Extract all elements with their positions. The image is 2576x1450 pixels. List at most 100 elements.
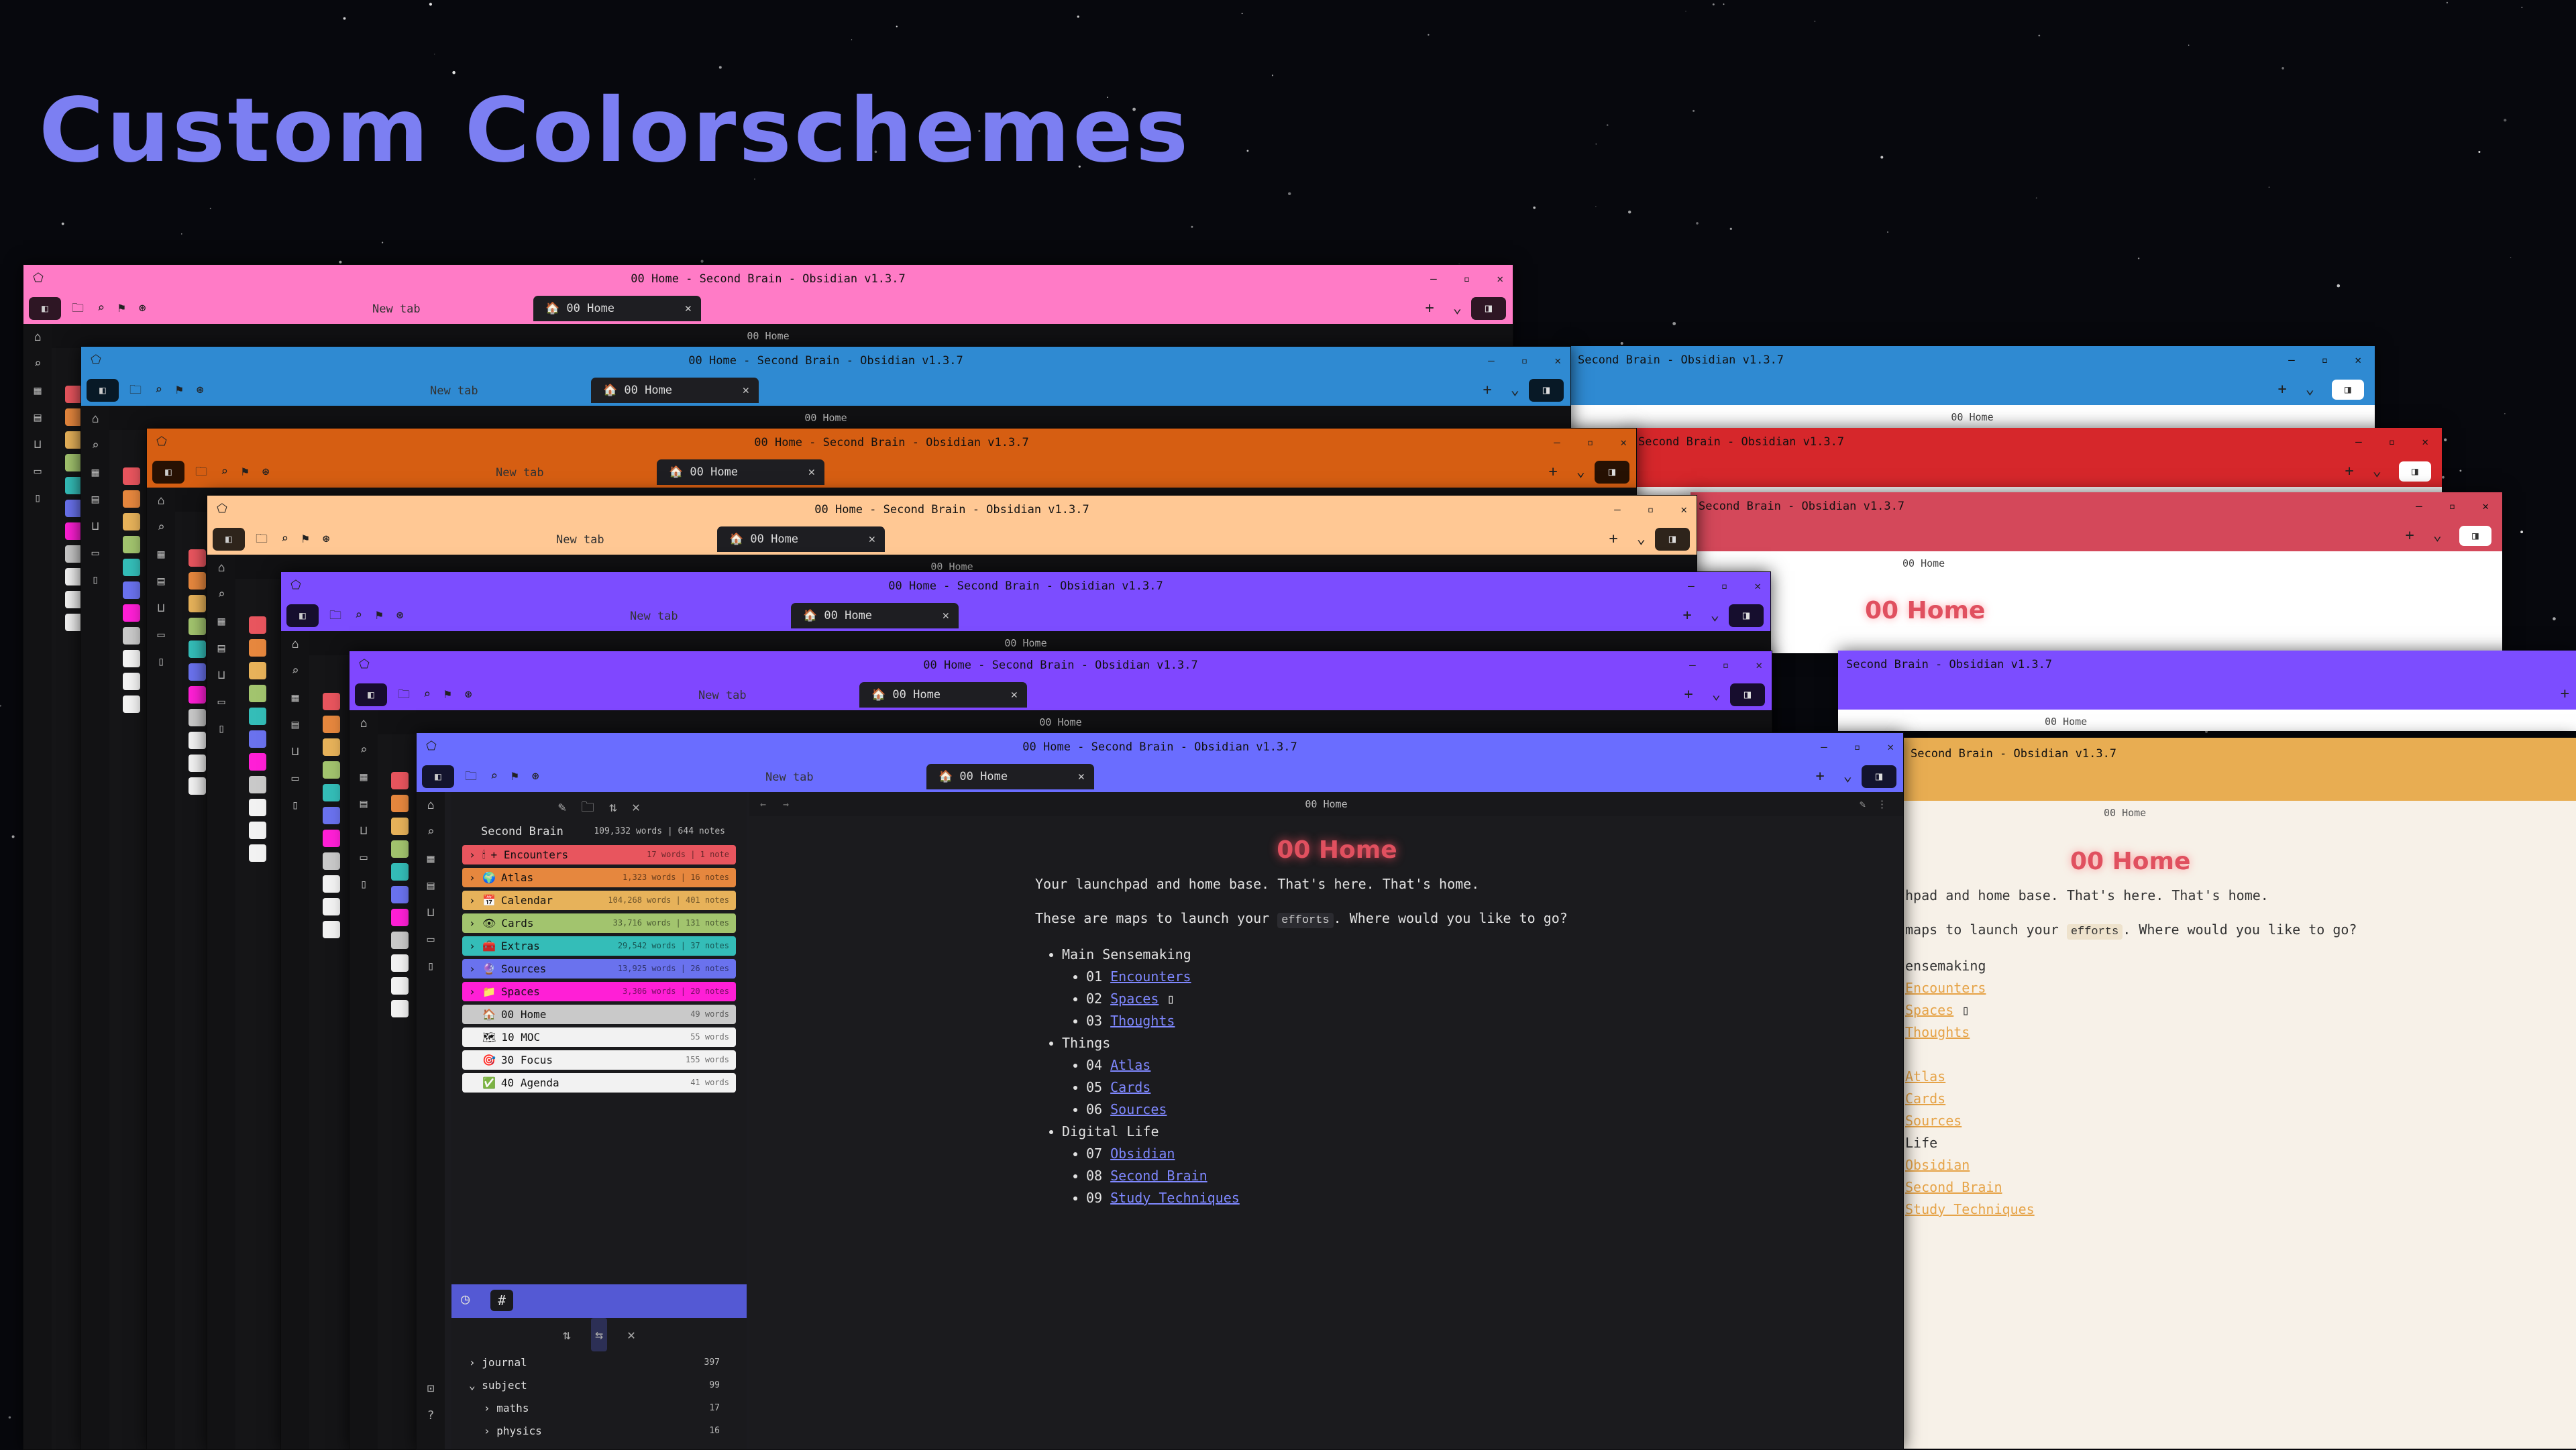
tags-view-icon[interactable]: # [490,1290,513,1311]
tab-00-home[interactable]: 🏠 00 Home ✕ [926,764,1094,789]
search-icon[interactable]: ⌕ [81,433,109,459]
maximize-icon[interactable]: ▫ [1587,429,1594,457]
vault-header[interactable]: Second Brain 109,332 words | 644 notes [451,822,747,842]
tab-list-chevron-icon[interactable]: ⌄ [1843,765,1852,788]
minimize-icon[interactable]: – [1821,733,1827,761]
close-icon[interactable]: ✕ [2355,346,2361,374]
close-tab-icon[interactable]: ✕ [743,378,749,403]
minimize-icon[interactable]: – [1614,496,1621,524]
close-tab-icon[interactable]: ✕ [1011,682,1018,708]
search-icon[interactable]: ⌕ [207,581,235,608]
folder-item[interactable]: › 🧰 Extras 29,542 words | 37 notes [462,936,736,956]
search-icon[interactable]: ⌕ [350,737,378,764]
tags-icon[interactable]: ⊛ [197,379,204,402]
archive-icon[interactable]: ▭ [147,622,175,649]
search-icon[interactable]: ⌕ [417,819,445,846]
archive-icon[interactable]: ▭ [281,765,309,792]
right-sidebar-toggle-icon[interactable]: ◨ [2332,380,2364,400]
clipboard-icon[interactable]: ▯ [281,792,309,819]
tab-list-chevron-icon[interactable]: ⌄ [1576,461,1585,484]
search-icon[interactable]: ⌕ [221,461,228,484]
maximize-icon[interactable]: ▫ [1521,347,1528,375]
tab-new-tab[interactable]: New tab [430,384,478,398]
right-sidebar-toggle-icon[interactable]: ◨ [1655,528,1690,551]
new-folder-icon[interactable]: 🗀 [581,792,594,822]
close-icon[interactable]: ✕ [1887,733,1894,761]
tag-item[interactable]: › physics 16 [451,1420,747,1443]
minimize-icon[interactable]: – [2288,346,2295,374]
files-icon[interactable]: 🗀 [72,297,84,320]
link-cards[interactable]: Cards [1110,1079,1150,1095]
minimize-icon[interactable]: – [1688,572,1695,600]
maximize-icon[interactable]: ▫ [1721,572,1728,600]
search-icon[interactable]: ⌕ [355,604,362,627]
sort-icon[interactable]: ⇅ [609,792,617,822]
calendar-icon[interactable]: ▦ [417,846,445,873]
link-cards[interactable]: Cards [1905,1091,1945,1107]
book-icon[interactable]: ▤ [207,635,235,662]
tab-00-home[interactable]: 🏠 00 Home ✕ [591,378,759,403]
link-obsidian[interactable]: Obsidian [1905,1157,1970,1173]
calendar-icon[interactable]: ▦ [281,685,309,712]
clipboard-icon[interactable]: ▯ [350,871,378,898]
link-spaces[interactable]: Spaces [1905,1002,1953,1018]
new-tab-plus-icon[interactable]: + [2278,378,2287,401]
search-icon[interactable]: ⌕ [147,514,175,541]
tab-list-chevron-icon[interactable]: ⌄ [1637,528,1646,551]
maximize-icon[interactable]: ▫ [1648,496,1654,524]
book-icon[interactable]: ▤ [81,486,109,513]
link-sources[interactable]: Sources [1905,1113,1962,1129]
link-spaces[interactable]: Spaces [1110,991,1159,1007]
home-icon[interactable]: ⌂ [207,555,235,581]
tab-list-chevron-icon[interactable]: ⌄ [1712,683,1721,706]
left-sidebar-toggle-icon[interactable]: ◧ [87,379,119,402]
link-encounters[interactable]: Encounters [1110,968,1191,985]
link-atlas[interactable]: Atlas [1110,1057,1150,1073]
note-item[interactable]: 🗺 10 MOC 55 words [462,1027,736,1047]
forward-arrow-icon[interactable]: → [783,792,789,816]
left-sidebar-toggle-icon[interactable]: ◧ [152,461,184,484]
left-sidebar-toggle-icon[interactable]: ◧ [29,297,61,320]
bookmark-icon[interactable]: ⚑ [511,765,519,788]
calendar-icon[interactable]: ▦ [23,378,52,404]
back-arrow-icon[interactable]: ← [760,792,766,816]
maximize-icon[interactable]: ▫ [1464,265,1470,293]
book-icon[interactable]: ▤ [281,712,309,738]
new-tab-plus-icon[interactable]: + [2345,460,2354,483]
search-icon[interactable]: ⌕ [423,683,431,706]
bookmark-icon[interactable]: ⚑ [376,604,383,627]
bookmark-icon[interactable]: ⚑ [176,379,183,402]
calendar-icon[interactable]: ▦ [81,459,109,486]
left-sidebar-toggle-icon[interactable]: ◧ [286,604,319,627]
archive-icon[interactable]: ▭ [417,926,445,953]
archive-icon[interactable]: ▭ [81,540,109,567]
tag-item[interactable]: ⌄ subject 99 [451,1374,747,1397]
right-sidebar-toggle-icon[interactable]: ◨ [1730,683,1765,706]
link-obsidian[interactable]: Obsidian [1110,1146,1175,1162]
new-tab-plus-icon[interactable]: + [1816,765,1825,788]
home-icon[interactable]: ⌂ [23,324,52,351]
collapse-all-icon[interactable]: ✕ [632,792,640,822]
tab-new-tab[interactable]: New tab [372,302,421,316]
folder-item[interactable]: › 👁 Cards 33,716 words | 131 notes [462,913,736,933]
tab-00-home[interactable]: 🏠 00 Home ✕ [533,296,701,321]
close-icon[interactable]: ✕ [1680,496,1687,524]
inbox-icon[interactable]: ⊔ [81,513,109,540]
tags-icon[interactable]: ⊛ [262,461,270,484]
calendar-icon[interactable]: ▦ [147,541,175,568]
new-tab-plus-icon[interactable]: + [2406,524,2414,547]
new-tab-plus-icon[interactable]: + [2561,683,2569,706]
tab-list-chevron-icon[interactable]: ⌄ [1711,604,1719,627]
edit-icon[interactable]: ✎ [1860,792,1866,816]
new-tab-plus-icon[interactable]: + [1549,461,1558,484]
search-icon[interactable]: ⌕ [490,765,498,788]
files-icon[interactable]: 🗀 [329,604,341,627]
files-icon[interactable]: 🗀 [398,683,410,706]
new-tab-plus-icon[interactable]: + [1483,379,1492,402]
home-icon[interactable]: ⌂ [147,488,175,514]
home-icon[interactable]: ⌂ [81,406,109,433]
tab-00-home[interactable]: 🏠 00 Home ✕ [791,603,959,628]
search-icon[interactable]: ⌕ [281,658,309,685]
note-item[interactable]: 🎯 30 Focus 155 words [462,1050,736,1070]
link-thoughts[interactable]: Thoughts [1110,1013,1175,1029]
